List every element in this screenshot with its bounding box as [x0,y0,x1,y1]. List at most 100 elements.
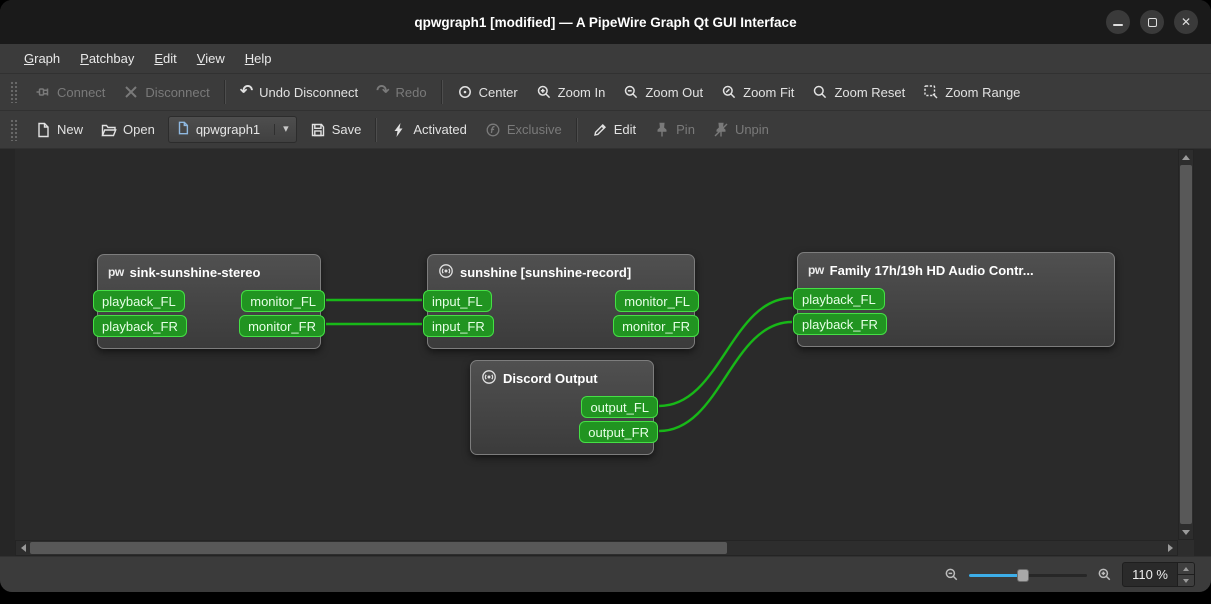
statusbar: 110 % [0,556,1211,592]
menu-graph[interactable]: Graph [14,47,70,70]
zoom-slider-handle[interactable] [1017,568,1030,582]
node-discord-output[interactable]: Discord Output output_FL output_FR [470,360,658,455]
app-window: qpwgraph1 [modified] — A PipeWire Graph … [0,0,1211,592]
pipewire-icon: pw [108,265,124,279]
port-monitor-fl[interactable]: monitor_FL [241,290,325,312]
node-header: pw Family 17h/19h HD Audio Contr... [798,258,1114,282]
patchbay-select[interactable]: qpwgraph1 ▾ [167,116,297,143]
node-sink-sunshine-stereo[interactable]: pw sink-sunshine-stereo playback_FL moni… [93,254,325,349]
undo-label: Undo Disconnect [259,84,359,100]
port-playback-fr[interactable]: playback_FR [93,315,187,337]
graph-view: pw sink-sunshine-stereo playback_FL moni… [15,149,1194,556]
undo-icon: ↶ [239,83,254,100]
horizontal-scrollbar[interactable] [15,540,1178,556]
connect-icon [35,84,51,100]
port-playback-fr[interactable]: playback_FR [793,313,887,335]
zoom-decrement-button[interactable] [1178,574,1194,586]
vertical-scroll-handle[interactable] [1180,165,1192,524]
zoom-value[interactable]: 110 % [1123,563,1177,586]
new-button[interactable]: New [26,117,92,143]
arrow-up-icon [1183,566,1189,571]
toolbar-separator [223,80,226,104]
toolbar-drag-handle[interactable] [10,81,18,103]
menu-patchbay-mnemonic: P [80,51,89,66]
menu-view-mnemonic: V [196,51,206,66]
scroll-up-button[interactable] [1179,150,1193,164]
close-icon: ✕ [1180,15,1192,29]
pin-icon [654,122,670,138]
scroll-right-button[interactable] [1163,541,1177,555]
vertical-scrollbar[interactable] [1178,149,1194,540]
edit-button[interactable]: Edit [583,117,645,143]
menu-view[interactable]: View [187,47,235,70]
redo-button[interactable]: ↷ Redo [367,80,435,105]
port-playback-fl[interactable]: playback_FL [93,290,185,312]
edit-pencil-icon [592,122,608,138]
zoom-out-small-icon[interactable] [944,567,959,582]
node-sunshine-record[interactable]: sunshine [sunshine-record] input_FL moni… [423,254,699,349]
toolbar-patchbay: New Open qpwgraph1 ▾ Save Activated Excl… [0,111,1211,149]
zoom-reset-button[interactable]: Zoom Reset [803,79,914,105]
exclusive-button[interactable]: Exclusive [476,117,571,143]
zoom-increment-button[interactable] [1178,563,1194,574]
port-input-fr[interactable]: input_FR [423,315,494,337]
arrow-right-icon [1167,544,1173,552]
zoom-reset-label: Zoom Reset [834,84,906,100]
port-input-fl[interactable]: input_FL [423,290,492,312]
port-monitor-fr[interactable]: monitor_FR [239,315,325,337]
toolbar-separator [375,117,378,142]
activated-label: Activated [413,122,467,137]
toolbar-separator [575,117,578,142]
disconnect-icon [123,84,139,100]
arrow-up-icon [1182,154,1190,160]
zoom-range-button[interactable]: Zoom Range [914,79,1029,105]
toolbar-drag-handle[interactable] [10,118,18,141]
arrow-down-icon [1182,529,1190,535]
menu-edit[interactable]: Edit [144,47,186,70]
zoom-in-small-icon[interactable] [1097,567,1112,582]
connect-label: Connect [57,84,106,100]
node-title: sunshine [sunshine-record] [460,264,632,280]
minimize-button[interactable] [1106,10,1130,34]
node-family-hd-audio[interactable]: pw Family 17h/19h HD Audio Contr... play… [793,252,1115,347]
monitor-icon [438,263,454,282]
unpin-button[interactable]: Unpin [704,117,778,143]
port-monitor-fl[interactable]: monitor_FL [615,290,699,312]
zoom-out-button[interactable]: Zoom Out [614,79,712,105]
scroll-left-button[interactable] [16,541,30,555]
titlebar: qpwgraph1 [modified] — A PipeWire Graph … [0,0,1211,44]
new-file-icon [35,122,51,138]
toolbar-graph: Connect Disconnect ↶ Undo Disconnect ↷ R… [0,74,1211,111]
port-output-fr[interactable]: output_FR [579,421,658,443]
pin-button[interactable]: Pin [645,117,704,143]
zoom-fit-label: Zoom Fit [743,84,795,100]
horizontal-scroll-handle[interactable] [30,542,727,554]
activated-button[interactable]: Activated [382,117,475,143]
menubar: Graph Patchbay Edit View Help [0,44,1211,74]
center-button[interactable]: Center [448,79,527,105]
port-playback-fl[interactable]: playback_FL [793,288,885,310]
save-button[interactable]: Save [301,117,371,143]
menu-help[interactable]: Help [235,47,282,70]
zoom-in-button[interactable]: Zoom In [527,79,615,105]
connect-button[interactable]: Connect [26,79,114,105]
center-label: Center [478,84,518,100]
zoom-slider[interactable] [969,566,1088,584]
maximize-button[interactable] [1140,10,1164,34]
close-button[interactable]: ✕ [1174,10,1198,34]
open-button[interactable]: Open [92,117,164,143]
menu-patchbay[interactable]: Patchbay [70,47,144,70]
scroll-down-button[interactable] [1179,525,1193,539]
port-output-fl[interactable]: output_FL [581,396,658,418]
menu-patchbay-label: atchbay [88,51,135,66]
zoom-fit-button[interactable]: Zoom Fit [712,79,803,105]
graph-canvas[interactable]: pw sink-sunshine-stereo playback_FL moni… [15,149,1178,540]
activated-bolt-icon [391,122,407,138]
undo-disconnect-button[interactable]: ↶ Undo Disconnect [231,80,367,105]
unpin-icon [713,122,729,138]
disconnect-button[interactable]: Disconnect [114,79,218,105]
zoom-range-label: Zoom Range [945,84,1021,100]
port-monitor-fr[interactable]: monitor_FR [613,315,699,337]
zoom-spinbox[interactable]: 110 % [1122,562,1195,587]
arrow-down-icon [1183,578,1189,583]
